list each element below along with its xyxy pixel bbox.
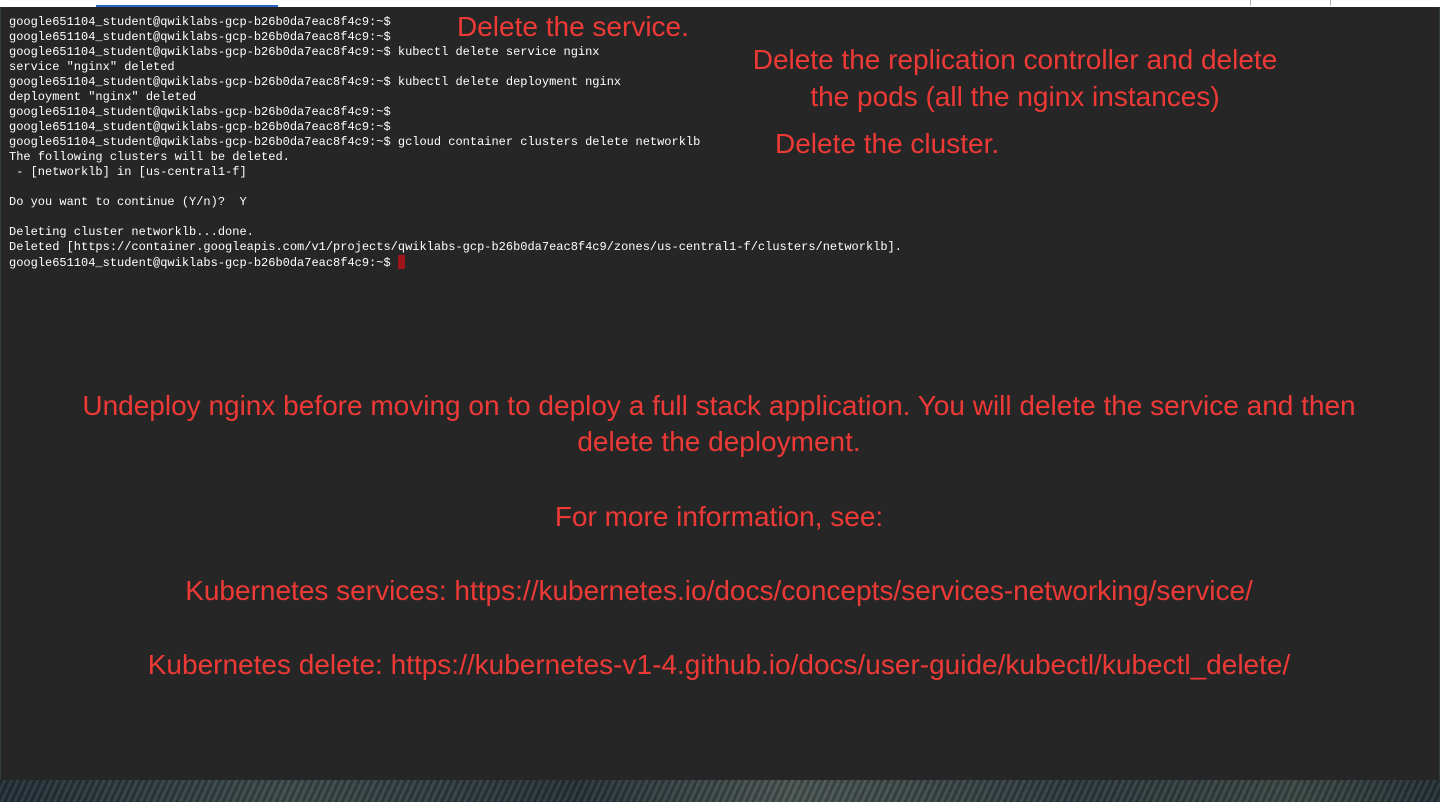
terminal-line: Deleting cluster networklb...done. [9, 225, 254, 239]
terminal-line: google651104_student@qwiklabs-gcp-b26b0d… [9, 120, 391, 134]
annotation-line: the pods (all the nginx instances) [810, 81, 1220, 112]
desktop-wallpaper [0, 780, 1440, 802]
annotation-kubernetes-delete-link: Kubernetes delete: https://kubernetes-v1… [147, 649, 1291, 680]
terminal-line: The following clusters will be deleted. [9, 150, 290, 164]
terminal-line: google651104_student@qwiklabs-gcp-b26b0d… [9, 135, 701, 149]
browser-toolbar-strip [0, 0, 1440, 7]
terminal-prompt: google651104_student@qwiklabs-gcp-b26b0d… [9, 256, 391, 270]
terminal-window[interactable]: google651104_student@qwiklabs-gcp-b26b0d… [1, 7, 1439, 781]
annotation-line: Delete the replication controller and de… [752, 44, 1278, 75]
annotation-delete-service: Delete the service. [457, 11, 689, 42]
terminal-line: - [networklb] in [us-central1-f] [9, 165, 247, 179]
toolbar-divider [1330, 0, 1331, 6]
terminal-cursor[interactable] [397, 255, 405, 269]
terminal-prompt-line[interactable]: google651104_student@qwiklabs-gcp-b26b0d… [9, 255, 902, 270]
annotation-delete-cluster: Delete the cluster. [775, 128, 1000, 159]
annotation-undeploy-nginx: Undeploy nginx before moving on to deplo… [1, 388, 1437, 460]
annotation-kubernetes-services-link: Kubernetes services: https://kubernetes.… [185, 575, 1253, 606]
annotation-delete-replication-controller: Delete the replication controller and de… [715, 41, 1315, 115]
terminal-line: Deleted [https://container.googleapis.co… [9, 240, 902, 254]
terminal-line: Do you want to continue (Y/n)? Y [9, 195, 247, 209]
toolbar-divider [1250, 0, 1251, 6]
annotation-line: delete the deployment. [577, 426, 861, 457]
terminal-line: google651104_student@qwiklabs-gcp-b26b0d… [9, 15, 391, 29]
annotation-line: Undeploy nginx before moving on to deplo… [82, 390, 1356, 421]
annotation-more-info: For more information, see: [554, 501, 884, 532]
